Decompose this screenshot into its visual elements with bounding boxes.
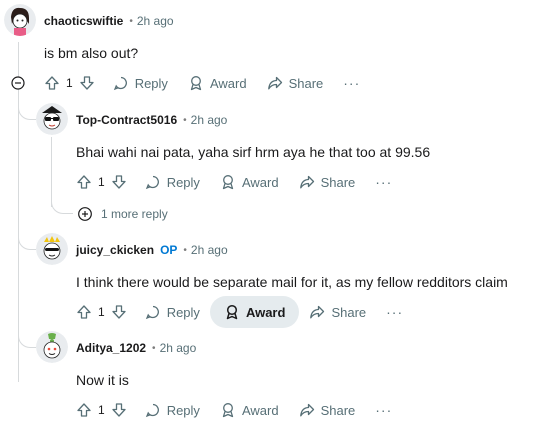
separator-dot: • [152,342,156,354]
comment-body: is bm also out? [44,45,139,61]
more-replies-label: 1 more reply [101,207,168,221]
expand-plus-icon [77,206,93,222]
vote-control: 1 [68,402,135,418]
share-button[interactable]: Share [299,296,376,328]
reply-icon [145,174,161,190]
vote-count: 1 [98,175,105,189]
downvote-icon[interactable] [79,75,95,91]
comment-body: Bhai wahi nai pata, yaha sirf hrm aya he… [76,144,431,160]
thread-elbow [18,328,36,348]
award-icon [188,75,204,91]
thread-elbow [18,230,36,250]
comment-body: Now it is [76,372,129,388]
timestamp[interactable]: 2h ago [191,113,228,127]
separator-dot: • [183,114,187,126]
comment-actions: 1 Reply Award Share ··· [68,394,402,426]
reply-icon [113,75,129,91]
avatar[interactable] [36,233,68,265]
award-icon [224,304,240,320]
comment-header: chaoticswiftie • 2h ago [44,11,174,31]
comment-body: I think there would be separate mail for… [76,274,508,290]
avatar[interactable] [36,103,68,135]
more-options-button[interactable]: ··· [376,296,413,328]
award-label: Award [209,75,247,91]
award-button[interactable]: Award [210,166,289,198]
upvote-icon[interactable] [76,174,92,190]
thread-elbow [51,196,73,214]
comment-actions: 1 Reply Award Share ··· [68,296,413,328]
vote-count: 1 [98,305,105,319]
reply-icon [145,402,161,418]
reply-label: Reply [166,304,200,320]
vote-count: 1 [66,76,73,90]
reply-label: Reply [134,75,168,91]
timestamp[interactable]: 2h ago [160,341,197,355]
downvote-icon[interactable] [111,402,127,418]
share-button[interactable]: Share [289,394,366,426]
more-options-button[interactable]: ··· [333,67,370,99]
reply-icon [145,304,161,320]
avatar[interactable] [36,331,68,363]
award-button[interactable]: Award [178,67,257,99]
timestamp[interactable]: 2h ago [137,14,174,28]
collapse-icon[interactable] [11,76,25,90]
vote-control: 1 [68,174,135,190]
avatar[interactable] [4,4,36,36]
separator-dot: • [183,244,187,256]
award-label: Award [245,304,286,320]
share-icon [299,174,315,190]
downvote-icon[interactable] [111,304,127,320]
comment-header: juicy_ckicken OP • 2h ago [76,240,228,260]
share-icon [309,304,325,320]
share-icon [267,75,283,91]
upvote-icon[interactable] [76,402,92,418]
reply-button[interactable]: Reply [135,296,210,328]
downvote-icon[interactable] [111,174,127,190]
username[interactable]: Top-Contract5016 [76,113,177,127]
vote-control: 1 [68,304,135,320]
reply-button[interactable]: Reply [135,394,210,426]
award-icon [220,174,236,190]
comment-header: Aditya_1202 • 2h ago [76,338,196,358]
more-replies-link[interactable]: 1 more reply [77,204,168,224]
thread-elbow [18,100,36,120]
share-button[interactable]: Share [257,67,334,99]
upvote-icon[interactable] [44,75,60,91]
share-label: Share [320,174,356,190]
award-icon [220,402,236,418]
award-button[interactable]: Award [210,394,289,426]
username[interactable]: Aditya_1202 [76,341,146,355]
username[interactable]: juicy_ckicken [76,243,154,257]
share-label: Share [320,402,356,418]
reply-button[interactable]: Reply [135,166,210,198]
reply-label: Reply [166,402,200,418]
more-options-button[interactable]: ··· [365,394,402,426]
more-options-button[interactable]: ··· [365,166,402,198]
vote-control: 1 [36,75,103,91]
comment-actions: 1 Reply Award Share ··· [68,166,402,198]
share-label: Share [288,75,324,91]
comment-header: Top-Contract5016 • 2h ago [76,110,227,130]
award-button[interactable]: Award [209,296,300,328]
award-label: Award [241,402,279,418]
reply-label: Reply [166,174,200,190]
vote-count: 1 [98,403,105,417]
op-badge: OP [160,243,178,257]
upvote-icon[interactable] [76,304,92,320]
share-icon [299,402,315,418]
award-label: Award [241,174,279,190]
share-label: Share [331,304,367,320]
share-button[interactable]: Share [289,166,366,198]
separator-dot: • [129,15,133,27]
username[interactable]: chaoticswiftie [44,14,123,28]
comment-actions: 1 Reply Award Share ··· [36,67,370,99]
timestamp[interactable]: 2h ago [191,243,228,257]
reply-button[interactable]: Reply [103,67,178,99]
